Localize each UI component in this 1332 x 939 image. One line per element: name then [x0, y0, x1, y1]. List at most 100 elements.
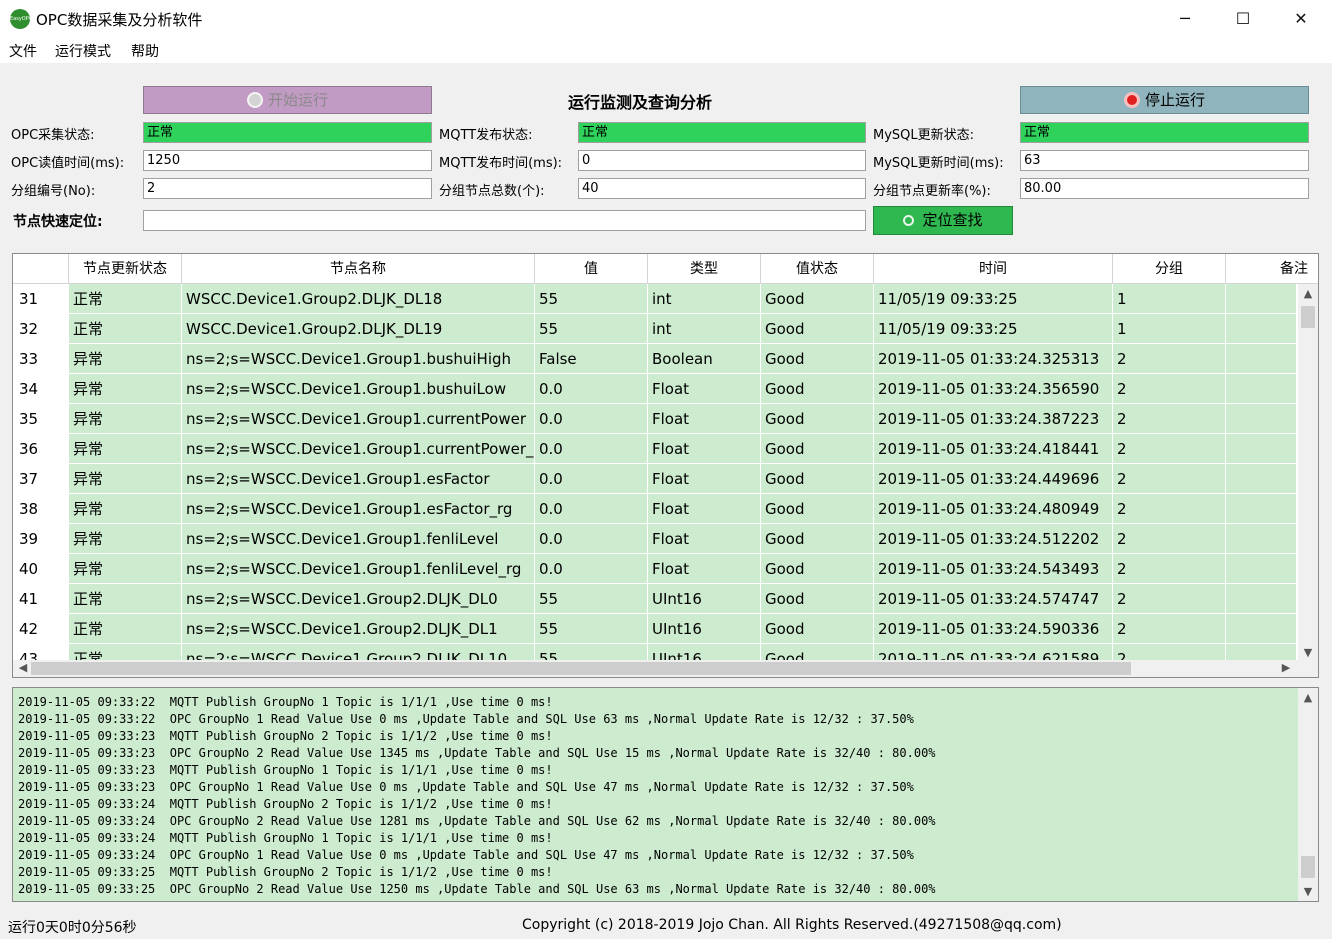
- cell-note[interactable]: [1226, 404, 1297, 434]
- cell-value[interactable]: 55: [535, 284, 648, 314]
- cell-value[interactable]: 55: [535, 584, 648, 614]
- log-panel[interactable]: 2019-11-05 09:33:22 MQTT Publish GroupNo…: [12, 687, 1319, 902]
- cell-value[interactable]: False: [535, 344, 648, 374]
- menu-file[interactable]: 文件: [9, 41, 37, 61]
- cell-time[interactable]: 2019-11-05 01:33:24.512202: [874, 524, 1113, 554]
- column-header[interactable]: 值: [535, 254, 648, 284]
- cell-note[interactable]: [1226, 584, 1297, 614]
- grid-vertical-scrollbar[interactable]: ▲ ▼: [1298, 284, 1318, 662]
- cell-quality[interactable]: Good: [761, 434, 874, 464]
- close-button[interactable]: ✕: [1272, 0, 1330, 38]
- stop-button[interactable]: 停止运行: [1020, 86, 1309, 114]
- cell-time[interactable]: 2019-11-05 01:33:24.325313: [874, 344, 1113, 374]
- cell-quality[interactable]: Good: [761, 584, 874, 614]
- cell-note[interactable]: [1226, 524, 1297, 554]
- cell-quality[interactable]: Good: [761, 614, 874, 644]
- cell-type[interactable]: Boolean: [648, 344, 761, 374]
- cell-type[interactable]: Float: [648, 374, 761, 404]
- column-header[interactable]: 节点更新状态: [69, 254, 182, 284]
- column-header[interactable]: 分组: [1113, 254, 1226, 284]
- cell-note[interactable]: [1226, 614, 1297, 644]
- table-row[interactable]: 31 正常 WSCC.Device1.Group2.DLJK_DL18 55 int Go…: [13, 284, 1297, 314]
- cell-name[interactable]: ns=2;s=WSCC.Device1.Group1.currentPower: [182, 404, 535, 434]
- cell-value[interactable]: 0.0: [535, 494, 648, 524]
- cell-name[interactable]: ns=2;s=WSCC.Device1.Group1.bushuiHigh: [182, 344, 535, 374]
- cell-note[interactable]: [1226, 314, 1297, 344]
- table-row[interactable]: 34 异常 ns=2;s=WSCC.Device1.Group1.bushuiLow…: [13, 374, 1297, 404]
- cell-type[interactable]: Float: [648, 494, 761, 524]
- cell-quality[interactable]: Good: [761, 374, 874, 404]
- scroll-right-icon[interactable]: ▶: [1278, 661, 1294, 674]
- node-count-field[interactable]: 40: [578, 178, 866, 199]
- column-header[interactable]: 节点名称: [182, 254, 535, 284]
- cell-group[interactable]: 2: [1113, 524, 1226, 554]
- menu-help[interactable]: 帮助: [131, 41, 159, 61]
- scroll-left-icon[interactable]: ◀: [15, 661, 31, 674]
- log-vertical-scrollbar[interactable]: ▲ ▼: [1298, 688, 1318, 901]
- cell-type[interactable]: Float: [648, 554, 761, 584]
- cell-quality[interactable]: Good: [761, 494, 874, 524]
- cell-time[interactable]: 11/05/19 09:33:25: [874, 314, 1113, 344]
- cell-status[interactable]: 异常: [69, 494, 182, 524]
- table-row[interactable]: 32 正常 WSCC.Device1.Group2.DLJK_DL19 55 int Go…: [13, 314, 1297, 344]
- mqtt-time-field[interactable]: 0: [578, 150, 866, 171]
- cell-name[interactable]: ns=2;s=WSCC.Device1.Group1.esFactor_rg: [182, 494, 535, 524]
- cell-group[interactable]: 1: [1113, 314, 1226, 344]
- cell-time[interactable]: 2019-11-05 01:33:24.418441: [874, 434, 1113, 464]
- cell-status[interactable]: 异常: [69, 404, 182, 434]
- cell-time[interactable]: 11/05/19 09:33:25: [874, 284, 1113, 314]
- cell-value[interactable]: 0.0: [535, 524, 648, 554]
- cell-group[interactable]: 2: [1113, 374, 1226, 404]
- cell-status[interactable]: 异常: [69, 374, 182, 404]
- cell-type[interactable]: UInt16: [648, 584, 761, 614]
- cell-quality[interactable]: Good: [761, 464, 874, 494]
- cell-status[interactable]: 正常: [69, 284, 182, 314]
- cell-group[interactable]: 2: [1113, 434, 1226, 464]
- cell-type[interactable]: Float: [648, 464, 761, 494]
- column-header[interactable]: 值状态: [761, 254, 874, 284]
- locate-button[interactable]: 定位查找: [873, 206, 1013, 235]
- cell-value[interactable]: 0.0: [535, 554, 648, 584]
- cell-value[interactable]: 0.0: [535, 434, 648, 464]
- mysql-time-field[interactable]: 63: [1020, 150, 1309, 171]
- cell-quality[interactable]: Good: [761, 404, 874, 434]
- grid-horizontal-scrollbar[interactable]: ◀ ▶: [13, 660, 1318, 677]
- cell-note[interactable]: [1226, 284, 1297, 314]
- cell-value[interactable]: 0.0: [535, 404, 648, 434]
- cell-group[interactable]: 2: [1113, 554, 1226, 584]
- cell-type[interactable]: Float: [648, 524, 761, 554]
- cell-name[interactable]: ns=2;s=WSCC.Device1.Group1.currentPower_…: [182, 434, 535, 464]
- column-header[interactable]: 时间: [874, 254, 1113, 284]
- cell-value[interactable]: 55: [535, 314, 648, 344]
- table-row[interactable]: 37 异常 ns=2;s=WSCC.Device1.Group1.esFactor 0…: [13, 464, 1297, 494]
- cell-status[interactable]: 异常: [69, 464, 182, 494]
- row-number[interactable]: 37: [13, 464, 69, 494]
- cell-quality[interactable]: Good: [761, 524, 874, 554]
- cell-type[interactable]: int: [648, 314, 761, 344]
- column-header[interactable]: 类型: [648, 254, 761, 284]
- cell-group[interactable]: 2: [1113, 464, 1226, 494]
- cell-type[interactable]: UInt16: [648, 614, 761, 644]
- cell-status[interactable]: 异常: [69, 434, 182, 464]
- table-row[interactable]: 42 正常 ns=2;s=WSCC.Device1.Group2.DLJK_DL1 5…: [13, 614, 1297, 644]
- cell-group[interactable]: 1: [1113, 284, 1226, 314]
- cell-group[interactable]: 2: [1113, 614, 1226, 644]
- scroll-thumb[interactable]: [1301, 306, 1315, 328]
- row-number[interactable]: 40: [13, 554, 69, 584]
- cell-type[interactable]: Float: [648, 434, 761, 464]
- cell-type[interactable]: Float: [648, 404, 761, 434]
- cell-name[interactable]: WSCC.Device1.Group2.DLJK_DL18: [182, 284, 535, 314]
- cell-status[interactable]: 异常: [69, 344, 182, 374]
- cell-status[interactable]: 正常: [69, 314, 182, 344]
- cell-quality[interactable]: Good: [761, 284, 874, 314]
- table-row[interactable]: 38 异常 ns=2;s=WSCC.Device1.Group1.esFactor_…: [13, 494, 1297, 524]
- cell-note[interactable]: [1226, 494, 1297, 524]
- row-number[interactable]: 41: [13, 584, 69, 614]
- cell-status[interactable]: 正常: [69, 614, 182, 644]
- cell-group[interactable]: 2: [1113, 494, 1226, 524]
- opc-time-field[interactable]: 1250: [143, 150, 432, 171]
- table-row[interactable]: 35 异常 ns=2;s=WSCC.Device1.Group1.currentPo…: [13, 404, 1297, 434]
- cell-type[interactable]: int: [648, 284, 761, 314]
- row-number[interactable]: 39: [13, 524, 69, 554]
- locate-input[interactable]: [143, 210, 866, 231]
